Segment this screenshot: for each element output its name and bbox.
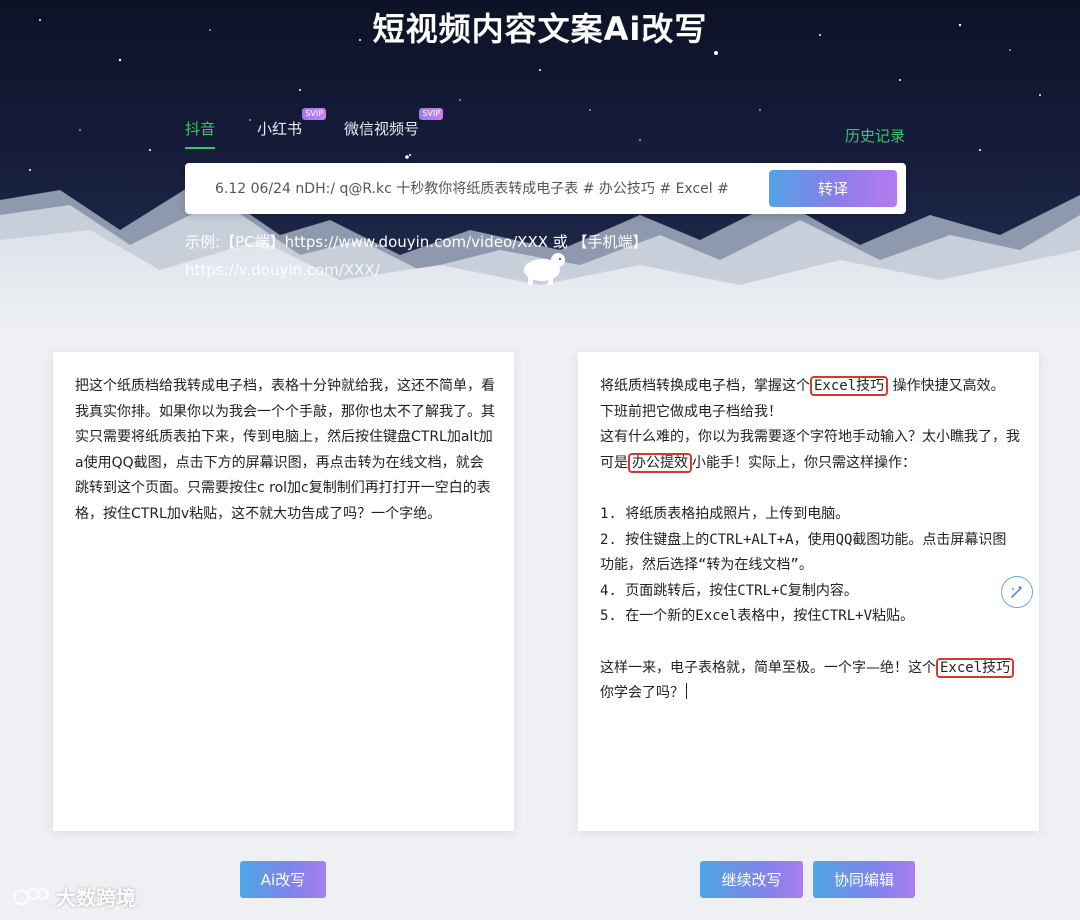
tab-douyin[interactable]: 抖音 bbox=[185, 118, 216, 149]
tab-xiaohongshu[interactable]: 小红书 SVIP bbox=[257, 108, 327, 149]
highlighted-keyword: Excel技巧 bbox=[936, 657, 1015, 678]
watermark-logo-icon bbox=[13, 887, 49, 905]
rewritten-line: 这样一来，电子表格就，简单至极。一个字—绝！这个 bbox=[600, 659, 936, 676]
step-item: 2. 按住键盘上的CTRL+ALT+A，使用QQ截图功能。点击屏幕识图功能，然后… bbox=[600, 531, 1007, 574]
step-item: 4. 页面跳转后，按住CTRL+C复制内容。 bbox=[600, 582, 858, 599]
tab-wechat-channels[interactable]: 微信视频号 SVIP bbox=[344, 108, 444, 149]
continue-rewrite-button[interactable]: 继续改写 bbox=[700, 861, 803, 898]
tab-label: 微信视频号 bbox=[344, 120, 420, 138]
rewritten-line: 你学会了吗？ bbox=[600, 685, 684, 702]
watermark: 大数跨境 bbox=[12, 882, 136, 911]
share-link-input[interactable] bbox=[199, 171, 759, 205]
magic-wand-icon bbox=[1011, 586, 1022, 598]
page-title: 短视频内容文案Ai改写 bbox=[372, 10, 708, 48]
rewritten-line: 操作快捷又高效。 bbox=[888, 378, 1005, 394]
watermark-text: 大数跨境 bbox=[56, 886, 136, 910]
tab-label: 小红书 bbox=[257, 120, 303, 138]
url-input-bar: 转译 bbox=[185, 163, 906, 214]
step-item: 1. 将纸质表格拍成照片，上传到电脑。 bbox=[600, 505, 850, 522]
rewritten-text-panel[interactable]: 将纸质档转换成电子档，掌握这个 Excel技巧 操作快捷又高效。 下班前把它做成电子… bbox=[578, 352, 1039, 831]
highlighted-keyword: 办公提效 bbox=[628, 452, 692, 473]
magic-edit-button[interactable] bbox=[1001, 576, 1033, 608]
example-links: 【PC端】https://www.douyin.com/video/XXX 或 … bbox=[220, 233, 648, 251]
original-text-panel[interactable]: 把这个纸质档给我转成电子档，表格十分钟就给我，这还不简单，看我真实你排。如果你以… bbox=[53, 352, 514, 831]
rewritten-line: 下班前把它做成电子档给我！ bbox=[600, 403, 782, 420]
svip-badge: SVIP bbox=[419, 108, 444, 120]
highlighted-keyword: Excel技巧 bbox=[810, 376, 889, 396]
example-hint: 示例:【PC端】https://www.douyin.com/video/XXX… bbox=[185, 228, 705, 284]
example-prefix: 示例: bbox=[185, 233, 221, 251]
ai-rewrite-button[interactable]: Ai改写 bbox=[240, 861, 326, 898]
platform-tabs: 抖音 小红书 SVIP 微信视频号 SVIP bbox=[185, 108, 461, 149]
svip-badge: SVIP bbox=[302, 108, 327, 120]
collaborative-edit-button[interactable]: 协同编辑 bbox=[813, 861, 915, 898]
original-text[interactable]: 把这个纸质档给我转成电子档，表格十分钟就给我，这还不简单，看我真实你排。如果你以… bbox=[75, 374, 495, 528]
step-item: 5. 在一个新的Excel表格中，按住CTRL+V粘贴。 bbox=[600, 608, 915, 625]
example-mobile-url: https://v.douyin.com/XXX/ bbox=[185, 261, 380, 279]
tab-label: 抖音 bbox=[185, 120, 216, 138]
text-cursor bbox=[686, 683, 687, 700]
rewritten-line: 将纸质档转换成电子档，掌握这个 bbox=[600, 378, 810, 394]
rewritten-text-editor[interactable]: 将纸质档转换成电子档，掌握这个 Excel技巧 操作快捷又高效。 下班前把它做成电子… bbox=[600, 374, 1020, 707]
rewritten-line: 小能手！实际上，你只需这样操作： bbox=[692, 454, 916, 471]
convert-button[interactable]: 转译 bbox=[769, 170, 897, 207]
history-link[interactable]: 历史记录 bbox=[845, 125, 905, 146]
